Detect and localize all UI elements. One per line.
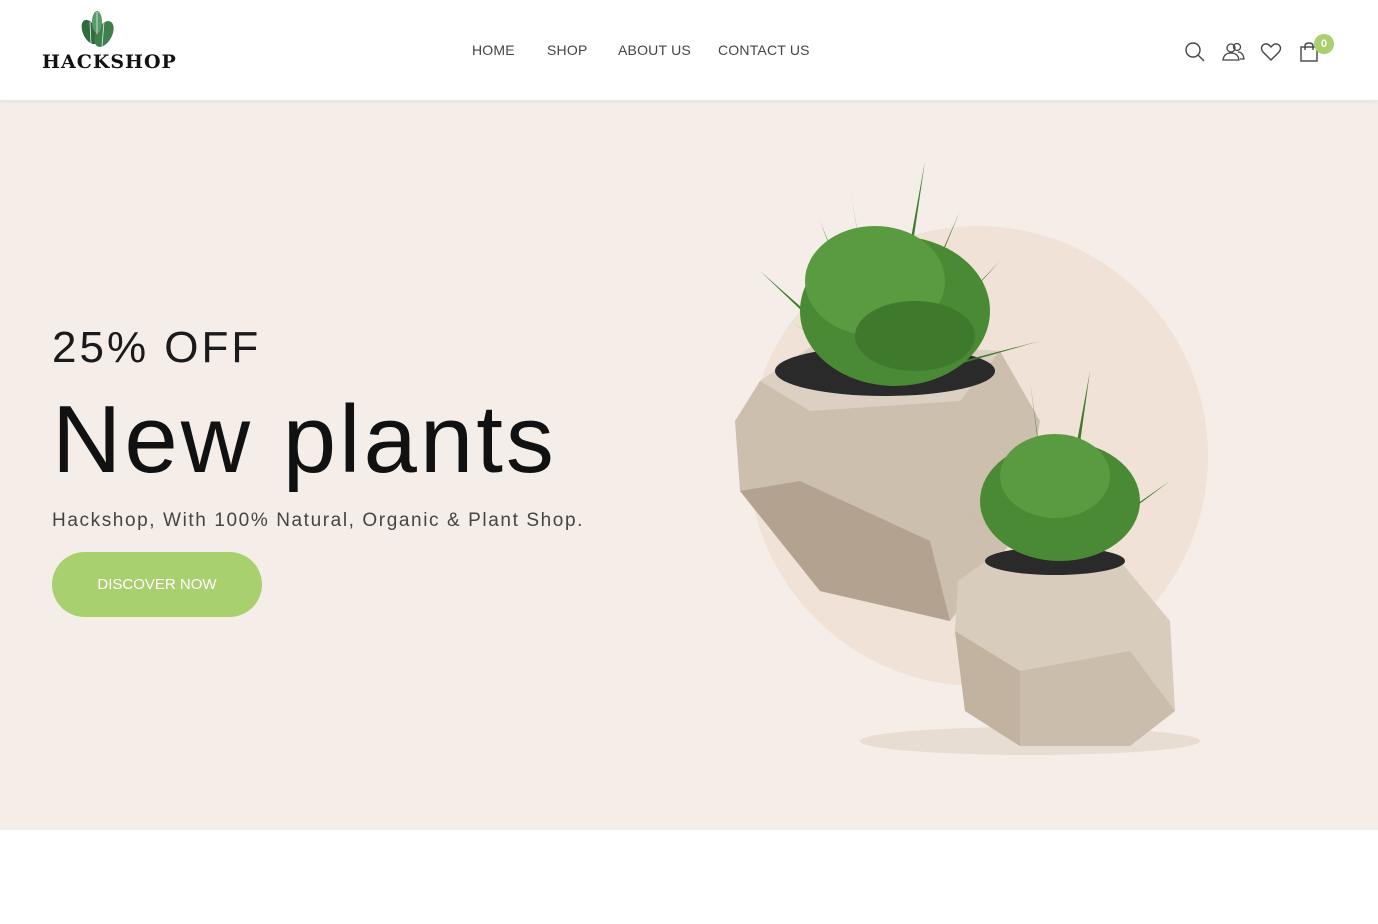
site-header: HACKSHOP HOME SHOP ABOUT US CONTACT US 0 bbox=[0, 0, 1378, 101]
hero-headline: New plants bbox=[52, 386, 557, 493]
nav-home[interactable]: HOME bbox=[472, 42, 515, 58]
cart-count-badge: 0 bbox=[1314, 34, 1334, 54]
page-continuation bbox=[0, 830, 1378, 924]
brand-logo[interactable]: HACKSHOP bbox=[42, 8, 176, 78]
search-icon[interactable] bbox=[1183, 40, 1207, 64]
potted-plants-image bbox=[735, 161, 1208, 755]
discount-text: 25% OFF bbox=[52, 323, 262, 372]
discover-now-button[interactable]: DISCOVER NOW bbox=[52, 552, 262, 617]
nav-contact-us[interactable]: CONTACT US bbox=[718, 42, 810, 58]
users-icon[interactable] bbox=[1221, 40, 1245, 64]
heart-icon[interactable] bbox=[1259, 40, 1283, 64]
leaf-logo-icon bbox=[81, 11, 114, 47]
nav-about-us[interactable]: ABOUT US bbox=[618, 42, 691, 58]
hero-banner: 25% OFF New plants Hackshop, With 100% N… bbox=[0, 101, 1378, 830]
nav-shop[interactable]: SHOP bbox=[547, 42, 587, 58]
hero-tagline: Hackshop, With 100% Natural, Organic & P… bbox=[52, 510, 585, 531]
logo-text: HACKSHOP bbox=[42, 51, 177, 73]
